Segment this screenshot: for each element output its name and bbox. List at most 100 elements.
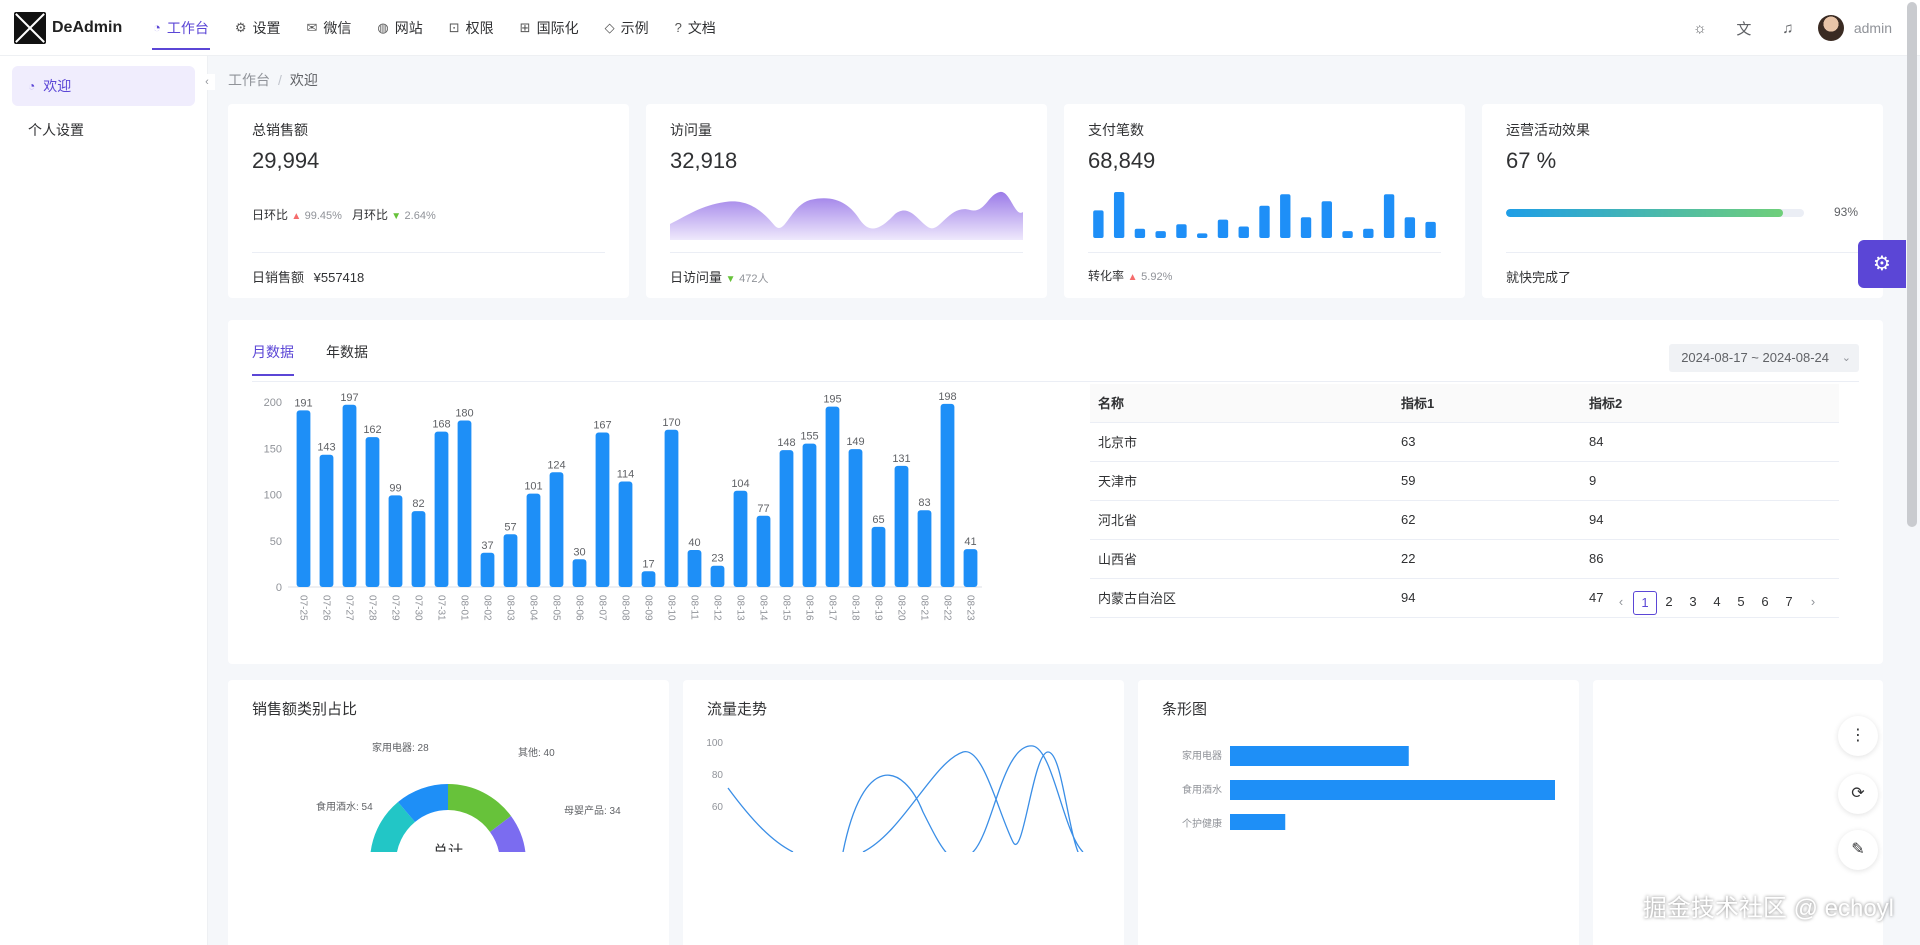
nav-item-wechat[interactable]: ✉ 微信 <box>294 0 365 56</box>
data-table: 名称 指标1 指标2 北京市 63 84 天津市 59 9 河北省 62 94 山西省 22 86 内蒙古自… <box>1090 384 1839 618</box>
bar[interactable] <box>733 490 748 587</box>
bar[interactable] <box>618 481 633 587</box>
x-tick-label: 08-04 <box>528 595 539 621</box>
data-label: 30 <box>573 546 585 558</box>
bar[interactable] <box>457 420 472 588</box>
x-tick-label: 07-25 <box>298 595 309 621</box>
bar[interactable] <box>871 526 886 587</box>
bar[interactable] <box>779 450 794 587</box>
progress-fill <box>1506 209 1784 217</box>
bar[interactable] <box>825 406 840 587</box>
bar[interactable] <box>319 454 334 587</box>
tab-month[interactable]: 月数据 <box>252 342 294 376</box>
category-label: 个护健康 <box>1182 817 1222 830</box>
bar[interactable] <box>641 571 656 587</box>
arrow-up-icon: ▲ <box>291 211 302 222</box>
clear-cache-button[interactable]: ✎ <box>1838 830 1878 870</box>
bar[interactable] <box>526 493 541 587</box>
page-button[interactable]: 7 <box>1777 591 1801 615</box>
breadcrumb-root[interactable]: 工作台 <box>228 72 270 88</box>
table-cell: 84 <box>1581 422 1839 462</box>
bar[interactable] <box>365 437 380 587</box>
refresh-icon: ⟳ <box>1851 785 1865 802</box>
language-icon[interactable]: 文 <box>1722 18 1766 39</box>
page-button[interactable]: 5 <box>1729 591 1753 615</box>
mini-bar <box>1321 201 1332 238</box>
bar[interactable] <box>296 410 311 587</box>
data-label: 148 <box>777 437 795 449</box>
bar[interactable] <box>687 550 702 587</box>
page-button[interactable]: 2 <box>1657 591 1681 615</box>
pie-panel: 销售额类别占比 总计 家用电器: 28 其他: 40 食用酒水: 54 母婴产品… <box>228 680 669 945</box>
nav-item-globe[interactable]: ◍ 网站 <box>364 0 435 56</box>
bar[interactable] <box>480 552 495 587</box>
bar[interactable] <box>388 495 403 587</box>
page-button[interactable]: 6 <box>1753 591 1777 615</box>
nav-item-translate[interactable]: ⊞ 国际化 <box>507 0 592 56</box>
bar[interactable] <box>664 429 679 587</box>
sidebar-item-welcome[interactable]: ◔ 欢迎 <box>12 66 195 106</box>
x-tick-label: 08-09 <box>643 595 654 621</box>
bar[interactable] <box>756 515 771 587</box>
stat-footer: 就快完成了 <box>1506 252 1859 286</box>
nav-item-help[interactable]: ? 文档 <box>662 0 729 56</box>
data-label: 17 <box>642 558 654 570</box>
data-label: 155 <box>800 431 818 443</box>
nav-item-settings[interactable]: ⚙ 设置 <box>222 0 294 56</box>
x-tick-label: 08-03 <box>505 595 516 621</box>
nav-item-label: 网站 <box>394 19 423 36</box>
mini-bar <box>1197 233 1208 238</box>
bar[interactable] <box>940 403 955 587</box>
x-tick-label: 08-19 <box>873 595 884 621</box>
bar[interactable] <box>894 465 909 587</box>
bar[interactable] <box>595 432 610 587</box>
bar[interactable] <box>848 449 863 587</box>
bar[interactable] <box>802 443 817 587</box>
page-button[interactable]: 4 <box>1705 591 1729 615</box>
nav-item-label: 文档 <box>687 19 716 36</box>
nav-item-lock[interactable]: ⊡ 权限 <box>436 0 507 56</box>
x-tick-label: 08-08 <box>620 595 631 621</box>
tab-year[interactable]: 年数据 <box>326 342 368 376</box>
date-range-picker[interactable]: 2024-08-17 ~ 2024-08-24 ⌄ <box>1669 344 1859 372</box>
bar[interactable] <box>963 549 978 587</box>
refresh-button[interactable]: ⟳ <box>1838 774 1878 814</box>
page-button[interactable]: 3 <box>1681 591 1705 615</box>
lock-icon: ⊡ <box>448 19 460 35</box>
data-label: 37 <box>481 540 493 552</box>
theme-sun-icon[interactable]: ☼ <box>1678 20 1722 37</box>
breadcrumb-current: 欢迎 <box>289 72 318 88</box>
mini-bar <box>1259 205 1270 238</box>
bar[interactable] <box>434 431 449 587</box>
page-scrollbar[interactable] <box>1907 2 1917 527</box>
bar[interactable] <box>503 534 518 587</box>
column-header: 指标1 <box>1393 384 1581 423</box>
bar[interactable] <box>572 559 587 587</box>
logo[interactable]: DeAdmin <box>14 11 140 44</box>
data-label: 41 <box>964 536 976 548</box>
more-options-button[interactable]: ⋮ <box>1838 716 1878 756</box>
x-tick-label: 08-23 <box>965 595 976 621</box>
stat-footer: 日销售额 ¥557418 <box>252 252 605 286</box>
bell-icon[interactable]: ♫ <box>1766 20 1810 37</box>
daily-sales-value: ¥557418 <box>313 270 365 285</box>
bar[interactable] <box>549 472 564 587</box>
next-page-icon[interactable]: › <box>1801 591 1825 615</box>
prev-page-icon[interactable]: ‹ <box>1609 591 1633 615</box>
stat-value: 68,849 <box>1088 148 1156 173</box>
x-tick-label: 08-13 <box>735 595 746 621</box>
nav-item-tag[interactable]: ◇ 示例 <box>592 0 662 56</box>
bar[interactable] <box>710 565 725 587</box>
sidebar-item-profile-settings[interactable]: 个人设置 <box>12 110 195 150</box>
mini-bar <box>1217 219 1229 238</box>
bar[interactable] <box>917 510 932 587</box>
bar[interactable] <box>342 404 357 587</box>
nav-item-dashboard[interactable]: ◔ 工作台 <box>140 0 222 56</box>
page-button[interactable]: 1 <box>1633 591 1657 615</box>
table-header-row: 名称 指标1 指标2 <box>1090 384 1839 423</box>
settings-drawer-button[interactable]: ⚙ <box>1858 240 1906 288</box>
bar[interactable] <box>411 511 426 587</box>
arrow-down-icon: ▼ <box>391 211 402 222</box>
user-menu[interactable]: admin <box>1817 15 1892 41</box>
month-compare-value: 2.64% <box>404 210 436 222</box>
